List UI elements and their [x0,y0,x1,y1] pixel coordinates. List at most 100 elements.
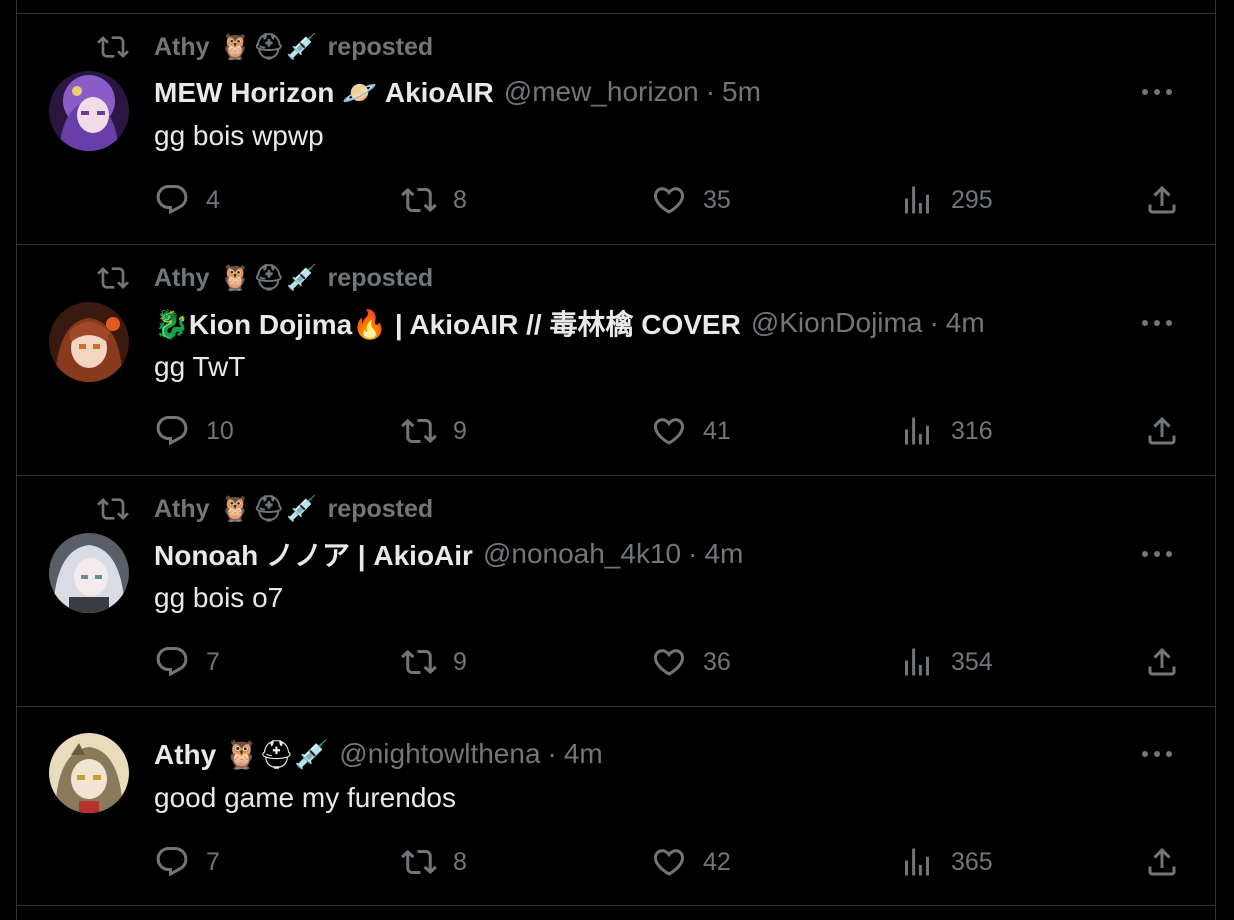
avatar[interactable] [49,71,129,151]
repost-indicator[interactable]: Athy 🦉⛑💉 reposted [97,494,433,524]
reply-icon [156,647,188,677]
tweet[interactable]: Athy 🦉⛑💉 @nightowlthena · 4m good game m… [17,707,1215,906]
heart-icon [653,418,685,445]
tweet-actions: 7 9 36 354 [154,642,1195,682]
reply-button[interactable]: 7 [154,842,220,882]
repost-button[interactable]: 8 [401,842,467,882]
repost-button[interactable]: 8 [401,180,467,220]
views-button[interactable]: 365 [899,842,993,882]
share-button[interactable] [1144,180,1180,220]
timestamp[interactable]: 4m [704,538,743,570]
share-button[interactable] [1144,411,1180,451]
tweet-actions: 4 8 35 295 [154,180,1195,220]
tweet-text: gg bois wpwp [154,120,324,151]
views-button[interactable]: 295 [899,180,993,220]
reposted-label: reposted [327,494,434,523]
repost-count: 8 [453,185,467,214]
separator-dot: · [705,76,716,107]
reposter-emojis: 🦉⛑💉 [219,494,320,523]
heart-icon [653,187,685,214]
tweet-header: Nonoah ノノア | AkioAir @nonoah_4k10 · 4m [154,536,743,572]
tweet-text: gg bois o7 [154,582,284,613]
share-icon [1148,185,1176,214]
reposter-name[interactable]: Athy [154,33,210,62]
repost-icon [97,493,129,525]
like-button[interactable]: 35 [651,180,731,220]
repost-button[interactable]: 9 [401,411,467,451]
like-count: 36 [703,647,731,676]
reply-button[interactable]: 7 [154,642,220,682]
tweet-header: Athy 🦉⛑💉 @nightowlthena · 4m [154,736,603,772]
like-button[interactable]: 36 [651,642,731,682]
tweet[interactable]: Athy 🦉⛑💉 reposted MEW Horizon 🪐 AkioAIR … [17,14,1215,245]
timestamp[interactable]: 4m [564,738,603,770]
tweet-header: MEW Horizon 🪐 AkioAIR @mew_horizon · 5m [154,74,761,110]
reply-count: 4 [206,185,220,214]
display-name-suffix: AkioAIR [384,76,494,108]
display-name-suffix: | AkioAIR // 毒林檎 COVER [394,309,741,340]
display-name-text: Athy [154,738,217,770]
like-button[interactable]: 41 [651,411,731,451]
handle[interactable]: @KionDojima [751,307,923,339]
more-icon[interactable] [1137,77,1177,107]
repost-icon [401,418,437,444]
timestamp[interactable]: 5m [722,76,761,108]
reply-button[interactable]: 10 [154,411,234,451]
avatar[interactable] [49,302,129,382]
handle[interactable]: @nightowlthena [339,738,540,770]
display-name[interactable]: MEW Horizon 🪐 AkioAIR [154,76,494,109]
display-name[interactable]: Athy 🦉⛑💉 [154,738,329,771]
share-icon [1148,847,1176,876]
display-name-text: Nonoah ノノア | AkioAir [154,540,473,571]
reply-button[interactable]: 4 [154,180,220,220]
display-name-text: MEW Horizon [154,76,335,108]
tweet-text: gg TwT [154,351,246,382]
tweet[interactable]: Athy 🦉⛑💉 reposted Nonoah ノノア | AkioAir @… [17,476,1215,707]
repost-indicator[interactable]: Athy 🦉⛑💉 reposted [97,263,433,293]
tweet-header: 🐉Kion Dojima🔥 | AkioAIR // 毒林檎 COVER @Ki… [154,305,985,341]
handle[interactable]: @nonoah_4k10 [483,538,681,570]
more-icon[interactable] [1137,539,1177,569]
reposter-name[interactable]: Athy [154,264,210,293]
views-icon [905,848,929,876]
reposter-name[interactable]: Athy [154,495,210,524]
separator-dot: · [929,307,939,338]
repost-button[interactable]: 9 [401,642,467,682]
repost-icon [97,262,129,294]
views-button[interactable]: 354 [899,642,993,682]
more-icon[interactable] [1137,308,1177,338]
views-count: 354 [951,647,993,676]
share-button[interactable] [1144,642,1180,682]
reposter-emojis: 🦉⛑💉 [219,32,320,61]
views-count: 295 [951,185,993,214]
like-button[interactable]: 42 [651,842,731,882]
tweet[interactable]: Athy 🦉⛑💉 reposted 🐉Kion Dojima🔥 | AkioAI… [17,245,1215,476]
tweet-actions: 7 8 42 365 [154,842,1195,882]
views-count: 316 [951,416,993,445]
share-button[interactable] [1144,842,1180,882]
reply-icon [156,185,188,215]
fire-emoji: 🔥 [352,308,388,341]
views-icon [905,417,929,445]
share-icon [1148,647,1176,676]
more-icon[interactable] [1137,739,1177,769]
repost-count: 9 [453,647,467,676]
reposter-emojis: 🦉⛑💉 [219,263,320,292]
repost-count: 9 [453,416,467,445]
like-count: 42 [703,847,731,876]
avatar[interactable] [49,733,129,813]
views-button[interactable]: 316 [899,411,993,451]
heart-icon [653,649,685,676]
handle[interactable]: @mew_horizon [504,76,699,108]
tweet-text: good game my furendos [154,782,456,813]
like-count: 41 [703,416,731,445]
avatar[interactable] [49,533,129,613]
reply-icon [156,847,188,877]
planet-emoji: 🪐 [342,75,378,109]
repost-indicator[interactable]: Athy 🦉⛑💉 reposted [97,32,433,62]
views-count: 365 [951,847,993,876]
timeline: Athy 🦉⛑💉 reposted MEW Horizon 🪐 AkioAIR … [16,0,1216,920]
display-name[interactable]: Nonoah ノノア | AkioAir [154,534,473,574]
timestamp[interactable]: 4m [946,307,985,339]
display-name[interactable]: 🐉Kion Dojima🔥 | AkioAIR // 毒林檎 COVER [154,303,741,343]
